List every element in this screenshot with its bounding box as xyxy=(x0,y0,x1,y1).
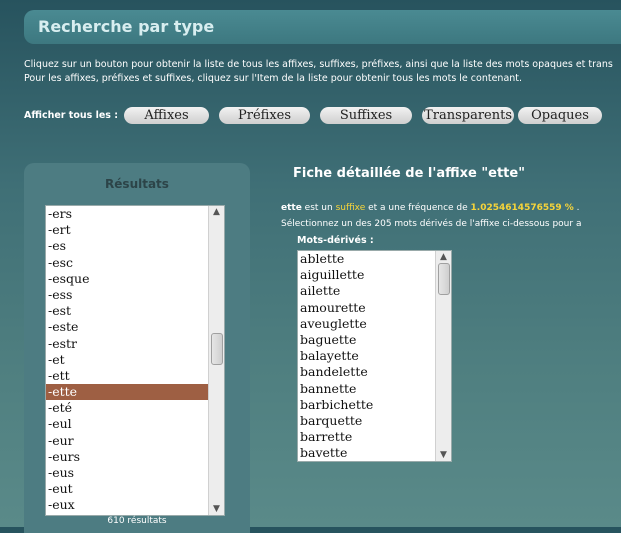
affixes-button[interactable]: Affixes xyxy=(124,106,210,124)
results-panel: Résultats -ers -ert -es -esc -esque -ess -est -… xyxy=(24,163,250,533)
list-item[interactable]: aiguillette xyxy=(298,267,451,283)
list-item[interactable]: -estr xyxy=(46,336,224,352)
results-title: Résultats xyxy=(105,177,169,191)
list-item[interactable]: barquette xyxy=(298,413,451,429)
list-item[interactable]: -eul xyxy=(46,416,224,432)
affix-name: ette xyxy=(281,203,302,213)
list-item[interactable]: -eté xyxy=(46,400,224,416)
prefixes-button[interactable]: Préfixes xyxy=(219,106,311,124)
transparents-button[interactable]: Transparents xyxy=(422,106,515,124)
derived-scrollbar[interactable]: ▲ ▼ xyxy=(435,251,451,461)
summary-text-a: est un xyxy=(301,203,336,213)
summary-text-b: et a une fréquence de xyxy=(365,203,471,213)
derived-scroll-thumb[interactable] xyxy=(438,263,450,295)
list-item[interactable]: barrette xyxy=(298,429,451,445)
show-all-row: Afficher tous les : Affixes Préfixes Suf… xyxy=(24,105,612,125)
page-title: Recherche par type xyxy=(38,17,215,36)
list-item[interactable]: ablette xyxy=(298,251,451,267)
list-item[interactable]: barbichette xyxy=(298,397,451,413)
list-item[interactable]: bannette xyxy=(298,381,451,397)
list-item[interactable]: -ett xyxy=(46,368,224,384)
results-count: 610 résultats xyxy=(107,516,167,526)
intro-line-2: Pour les affixes, préfixes et suffixes, … xyxy=(24,73,523,84)
derived-items: ablette aiguillette ailette amourette aveugl… xyxy=(298,251,451,461)
affix-type: suffixe xyxy=(335,203,366,213)
list-item[interactable]: -est xyxy=(46,303,224,319)
scroll-down-arrow-icon[interactable]: ▼ xyxy=(209,503,224,515)
show-all-label: Afficher tous les : xyxy=(24,109,119,121)
results-items: -ers -ert -es -esc -esque -ess -est -este -estr -… xyxy=(46,206,224,514)
results-scroll-thumb[interactable] xyxy=(211,333,223,365)
list-item[interactable]: bavette xyxy=(298,445,451,461)
list-item[interactable]: -esc xyxy=(46,255,224,271)
list-item[interactable]: bandelette xyxy=(298,364,451,380)
scroll-up-arrow-icon[interactable]: ▲ xyxy=(209,206,224,218)
intro-text: Cliquez sur un bouton pour obtenir la li… xyxy=(24,58,613,86)
suffixes-button[interactable]: Suffixes xyxy=(320,106,413,124)
list-item[interactable]: ailette xyxy=(298,283,451,299)
results-scrollbar[interactable]: ▲ ▼ xyxy=(208,206,224,515)
list-item[interactable]: baguette xyxy=(298,332,451,348)
list-item[interactable]: -esque xyxy=(46,271,224,287)
results-listbox[interactable]: -ers -ert -es -esc -esque -ess -est -este -estr -… xyxy=(45,205,225,516)
list-item[interactable]: -ert xyxy=(46,222,224,238)
list-item[interactable]: -eur xyxy=(46,433,224,449)
list-item[interactable]: -es xyxy=(46,238,224,254)
list-item[interactable]: balayette xyxy=(298,348,451,364)
detail-title: Fiche détaillée de l'affixe "ette" xyxy=(293,166,525,181)
list-item[interactable]: aveuglette xyxy=(298,316,451,332)
scroll-up-arrow-icon[interactable]: ▲ xyxy=(436,251,451,263)
list-item[interactable]: -eut xyxy=(46,481,224,497)
list-item[interactable]: -et xyxy=(46,352,224,368)
derived-words-label: Mots-dérivés : xyxy=(297,235,374,246)
list-item[interactable]: -este xyxy=(46,319,224,335)
scroll-down-arrow-icon[interactable]: ▼ xyxy=(436,449,451,461)
detail-instruction: Sélectionnez un des 205 mots dérivés de … xyxy=(281,219,582,229)
opaques-button[interactable]: Opaques xyxy=(518,106,603,124)
summary-text-c: . xyxy=(573,203,580,213)
intro-line-1: Cliquez sur un bouton pour obtenir la li… xyxy=(24,59,613,70)
list-item[interactable]: -ess xyxy=(46,287,224,303)
list-item[interactable]: amourette xyxy=(298,300,451,316)
detail-summary: ette est un suffixe et a une fréquence d… xyxy=(281,203,580,213)
affix-frequency: 1.0254614576559 % xyxy=(470,203,574,213)
list-item[interactable]: -eux xyxy=(46,497,224,513)
list-item[interactable]: -eurs xyxy=(46,449,224,465)
derived-words-listbox[interactable]: ablette aiguillette ailette amourette aveugl… xyxy=(297,250,452,462)
list-item[interactable]: -ette xyxy=(46,384,224,401)
list-item[interactable]: -eus xyxy=(46,465,224,481)
section-header: Recherche par type xyxy=(24,10,621,44)
list-item[interactable]: -ers xyxy=(46,206,224,222)
